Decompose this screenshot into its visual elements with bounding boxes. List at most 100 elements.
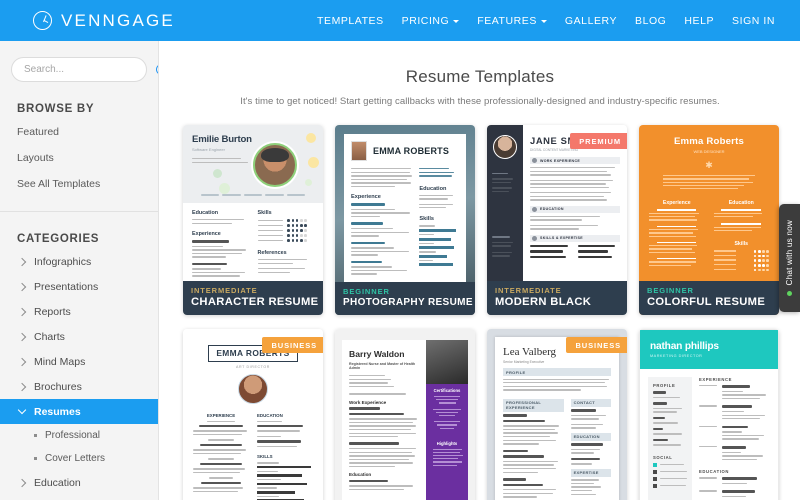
card-level-badge: INTERMEDIATE bbox=[191, 286, 258, 295]
sidebar-item-label: Reports bbox=[34, 305, 71, 318]
sidebar-item-resumes[interactable]: Resumes bbox=[0, 399, 158, 424]
sidebar-item-label: Education bbox=[34, 476, 81, 489]
preview-name: Emma Roberts bbox=[673, 136, 745, 147]
brand-logo[interactable]: VENNGAGE bbox=[33, 11, 175, 31]
social-icon bbox=[653, 462, 657, 467]
card-footer: BEGINNER PHOTOGRAPHY RESUME [A4] bbox=[335, 282, 475, 315]
sidebar-subitem-professional[interactable]: Professional bbox=[0, 424, 158, 447]
template-thumbnail: Lea Valberg Senior Marketing Executive P… bbox=[487, 329, 627, 500]
chevron-right-icon bbox=[17, 257, 27, 266]
template-card-character-resume[interactable]: Emilie Burton Software Engineer Educatio… bbox=[183, 125, 323, 315]
card-level-badge: INTERMEDIATE bbox=[495, 286, 562, 295]
sidebar-item-label: Presentations bbox=[34, 280, 99, 293]
decor-flourish-icon: ✱ bbox=[705, 160, 713, 170]
card-footer: INTERMEDIATE MODERN BLACK bbox=[487, 281, 627, 315]
search-box[interactable] bbox=[11, 57, 158, 82]
nav-item-templates[interactable]: TEMPLATES bbox=[308, 9, 393, 33]
sidebar-item-label: Resumes bbox=[34, 405, 81, 418]
business-badge: BUSINESS bbox=[262, 337, 323, 353]
sidebar-item-label: Infographics bbox=[34, 255, 92, 268]
preview-section: EXPERTISE bbox=[570, 468, 611, 477]
nav-item-sign-in[interactable]: SIGN IN bbox=[723, 9, 784, 33]
decor-dot-icon bbox=[308, 157, 319, 168]
template-thumbnail: Barry Waldon Registered Nurse and Master… bbox=[335, 329, 475, 500]
main-content: Resume Templates It's time to get notice… bbox=[160, 41, 800, 500]
nav-item-help[interactable]: HELP bbox=[675, 9, 723, 33]
decor-dot-icon bbox=[213, 169, 222, 178]
bullet-icon bbox=[34, 434, 37, 437]
sidebar-item-label: Mind Maps bbox=[34, 355, 86, 368]
preview-section: SKILLS bbox=[257, 454, 273, 460]
sidebar-item-presentations[interactable]: Presentations bbox=[0, 274, 158, 299]
sidebar-item-education[interactable]: Education bbox=[0, 470, 158, 495]
nav-label: HELP bbox=[684, 14, 715, 27]
nav-item-gallery[interactable]: GALLERY bbox=[556, 9, 626, 33]
nav-label: BLOG bbox=[635, 14, 667, 27]
search-container bbox=[0, 41, 158, 82]
template-card-barry-waldon[interactable]: Barry Waldon Registered Nurse and Master… bbox=[335, 329, 475, 500]
preview-section: Experience bbox=[192, 230, 221, 237]
nav-item-features[interactable]: FEATURES bbox=[468, 9, 556, 33]
nav-item-pricing[interactable]: PRICING bbox=[393, 9, 469, 33]
sidebar-item-label: Charts bbox=[34, 330, 65, 343]
preview-section: SOCIAL bbox=[653, 454, 673, 460]
template-thumbnail: EMMA ROBERTS ART DIRECTOR EXPERIENCE EDU… bbox=[183, 329, 323, 500]
decor-dot-icon bbox=[306, 133, 316, 143]
sidebar-item-infographics[interactable]: Infographics bbox=[0, 249, 158, 274]
preview-section: Skills bbox=[419, 216, 435, 223]
preview-avatar bbox=[253, 143, 297, 187]
sidebar-item-brochures[interactable]: Brochures bbox=[0, 374, 158, 399]
search-icon[interactable] bbox=[156, 64, 158, 75]
social-icon bbox=[653, 469, 657, 474]
template-card-emma-roberts-business[interactable]: BUSINESS EMMA ROBERTS ART DIRECTOR EXPER… bbox=[183, 329, 323, 500]
preview-photo bbox=[426, 340, 468, 384]
template-card-modern-black[interactable]: PREMIUM JANE SMITH DIGITAL CONTENT MARKE… bbox=[487, 125, 627, 315]
preview-section: Education bbox=[349, 472, 372, 478]
page-root: VENNGAGE TEMPLATES PRICING FEATURES GALL… bbox=[0, 0, 800, 500]
preview-section: Certifications bbox=[433, 388, 461, 393]
preview-section: Experience bbox=[662, 200, 691, 207]
sidebar-subitem-label: Cover Letters bbox=[45, 453, 106, 464]
chevron-down-icon bbox=[453, 19, 460, 23]
preview-role: Senior Marketing Executive bbox=[503, 360, 545, 364]
template-card-photography-resume[interactable]: EMMA ROBERTS Experience Education Skills… bbox=[335, 125, 475, 315]
browse-by-heading: BROWSE BY bbox=[17, 103, 95, 115]
sidebar: BROWSE BY Featured Layouts See All Templ… bbox=[0, 41, 159, 500]
brand-name: VENNGAGE bbox=[61, 10, 175, 30]
preview-name: nathan phillips bbox=[650, 341, 719, 352]
sidebar-item-see-all-templates[interactable]: See All Templates bbox=[0, 171, 158, 197]
preview-section: EXPERIENCE bbox=[699, 377, 732, 382]
search-input[interactable] bbox=[24, 64, 156, 75]
chat-widget-tab[interactable]: Chat with us now bbox=[779, 204, 800, 312]
chevron-right-icon bbox=[17, 382, 27, 391]
sidebar-item-charts[interactable]: Charts bbox=[0, 324, 158, 349]
template-card-nathan-phillips[interactable]: nathan phillips MARKETING DIRECTOR PROFI… bbox=[639, 329, 779, 500]
preview-section: PROFILE bbox=[653, 383, 676, 388]
sidebar-item-featured[interactable]: Featured bbox=[0, 119, 158, 145]
preview-section: Highlights bbox=[436, 440, 458, 446]
preview-section: EDUCATION bbox=[699, 469, 729, 475]
sidebar-item-mind-maps[interactable]: Mind Maps bbox=[0, 349, 158, 374]
nav-item-blog[interactable]: BLOG bbox=[626, 9, 675, 33]
card-title: PHOTOGRAPHY RESUME [A4] bbox=[343, 297, 475, 308]
card-title: CHARACTER RESUME bbox=[191, 296, 319, 308]
card-level-badge: BEGINNER bbox=[647, 286, 694, 295]
venn-circle-icon bbox=[33, 11, 52, 30]
template-card-lea-valberg[interactable]: BUSINESS Lea Valberg Senior Marketing Ex… bbox=[487, 329, 627, 500]
sidebar-subitem-label: Professional bbox=[45, 430, 101, 441]
preview-avatar bbox=[493, 135, 517, 159]
nav-label: GALLERY bbox=[564, 14, 618, 27]
preview-section: Education bbox=[192, 210, 219, 216]
sidebar-item-reports[interactable]: Reports bbox=[0, 299, 158, 324]
chevron-right-icon bbox=[17, 307, 27, 316]
preview-role: Registered Nurse and Master of Health Ad… bbox=[349, 362, 416, 370]
sidebar-subitem-cover-letters[interactable]: Cover Letters bbox=[0, 447, 158, 470]
preview-section: Education bbox=[728, 200, 754, 207]
card-footer: INTERMEDIATE CHARACTER RESUME bbox=[183, 281, 323, 315]
preview-name: Barry Waldon bbox=[349, 349, 405, 359]
template-card-colorful-resume[interactable]: Emma Roberts WEB DESIGNER ✱ Experience E… bbox=[639, 125, 779, 315]
card-footer: BEGINNER COLORFUL RESUME bbox=[639, 281, 779, 315]
preview-section: EDUCATION bbox=[540, 207, 564, 212]
sidebar-item-layouts[interactable]: Layouts bbox=[0, 145, 158, 171]
template-grid: Emilie Burton Software Engineer Educatio… bbox=[160, 107, 800, 500]
